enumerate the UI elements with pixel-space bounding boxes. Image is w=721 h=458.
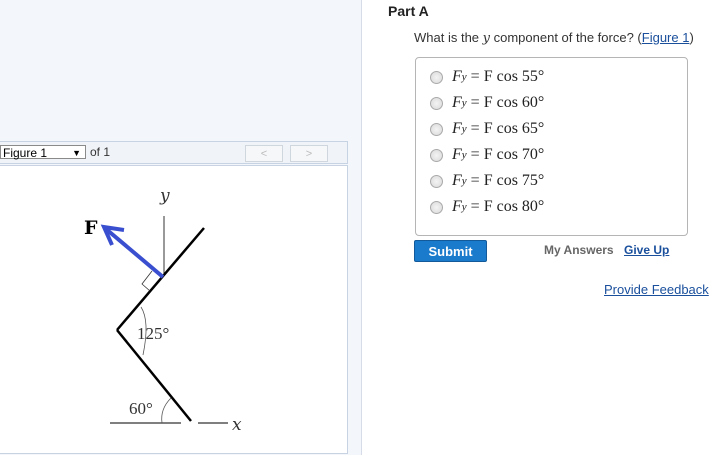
option-lhs: F bbox=[452, 120, 462, 137]
angle-60-arc bbox=[161, 397, 172, 424]
x-axis-label: x bbox=[232, 415, 242, 435]
figure-link[interactable]: Figure 1 bbox=[642, 30, 690, 45]
figure-count: of 1 bbox=[90, 145, 111, 159]
question-end: ) bbox=[689, 30, 694, 45]
my-answers-label: My Answers bbox=[544, 243, 614, 257]
radio-button[interactable] bbox=[430, 148, 443, 162]
figure-panel: F y x 125° 60° bbox=[0, 165, 348, 454]
option-rhs: = F cos 80° bbox=[470, 198, 545, 215]
y-axis-label: y bbox=[159, 186, 170, 206]
option-lhs: F bbox=[452, 94, 462, 111]
option-lhs: F bbox=[452, 172, 462, 189]
radio-button[interactable] bbox=[430, 96, 443, 110]
option-1[interactable]: Fy = F cos 55° bbox=[430, 68, 544, 86]
part-title: Part A bbox=[388, 3, 429, 19]
force-label: F bbox=[84, 217, 98, 239]
next-figure-button[interactable]: > bbox=[290, 145, 328, 162]
figure-select-value: Figure 1 bbox=[3, 146, 48, 160]
radio-button[interactable] bbox=[430, 122, 443, 136]
figure-pane: Figure 1 ▼ of 1 < > F y x 125° 60° bbox=[0, 0, 362, 455]
option-3[interactable]: Fy = F cos 65° bbox=[430, 120, 544, 138]
option-6[interactable]: Fy = F cos 80° bbox=[430, 198, 544, 216]
radio-button[interactable] bbox=[430, 200, 443, 214]
force-arrow bbox=[104, 227, 165, 279]
option-sub: y bbox=[461, 97, 467, 109]
option-sub: y bbox=[461, 123, 467, 135]
option-sub: y bbox=[461, 149, 467, 161]
option-sub: y bbox=[461, 201, 467, 213]
option-rhs: = F cos 55° bbox=[470, 68, 545, 85]
answer-options: Fy = F cos 55° Fy = F cos 60° Fy = F cos… bbox=[415, 57, 688, 236]
option-2[interactable]: Fy = F cos 60° bbox=[430, 94, 544, 112]
option-sub: y bbox=[461, 71, 467, 83]
question-pre: What is the bbox=[414, 30, 483, 45]
upper-member bbox=[116, 227, 205, 331]
option-lhs: F bbox=[452, 68, 462, 85]
option-lhs: F bbox=[452, 146, 462, 163]
radio-button[interactable] bbox=[430, 70, 443, 84]
option-rhs: = F cos 60° bbox=[470, 94, 545, 111]
option-rhs: = F cos 70° bbox=[470, 146, 545, 163]
figure-toolbar: Figure 1 ▼ of 1 < > bbox=[0, 141, 348, 164]
prev-figure-button[interactable]: < bbox=[245, 145, 283, 162]
option-5[interactable]: Fy = F cos 75° bbox=[430, 172, 544, 190]
figure-select[interactable]: Figure 1 ▼ bbox=[0, 145, 86, 160]
radio-button[interactable] bbox=[430, 174, 443, 188]
submit-button[interactable]: Submit bbox=[414, 240, 487, 262]
option-lhs: F bbox=[452, 198, 462, 215]
option-rhs: = F cos 65° bbox=[470, 120, 545, 137]
question-text: What is the y component of the force? (F… bbox=[414, 30, 694, 46]
option-sub: y bbox=[461, 175, 467, 187]
right-angle-mark bbox=[141, 270, 153, 292]
chevron-down-icon: ▼ bbox=[72, 148, 81, 158]
question-post: component of the force? ( bbox=[490, 30, 642, 45]
angle-125-label: 125° bbox=[137, 324, 169, 343]
force-diagram: F y x 125° 60° bbox=[84, 186, 242, 435]
give-up-link[interactable]: Give Up bbox=[624, 243, 669, 257]
option-4[interactable]: Fy = F cos 70° bbox=[430, 146, 544, 164]
angle-60-label: 60° bbox=[129, 399, 153, 418]
question-var: y bbox=[482, 31, 490, 46]
option-rhs: = F cos 75° bbox=[470, 172, 545, 189]
provide-feedback-link[interactable]: Provide Feedback bbox=[604, 282, 709, 297]
